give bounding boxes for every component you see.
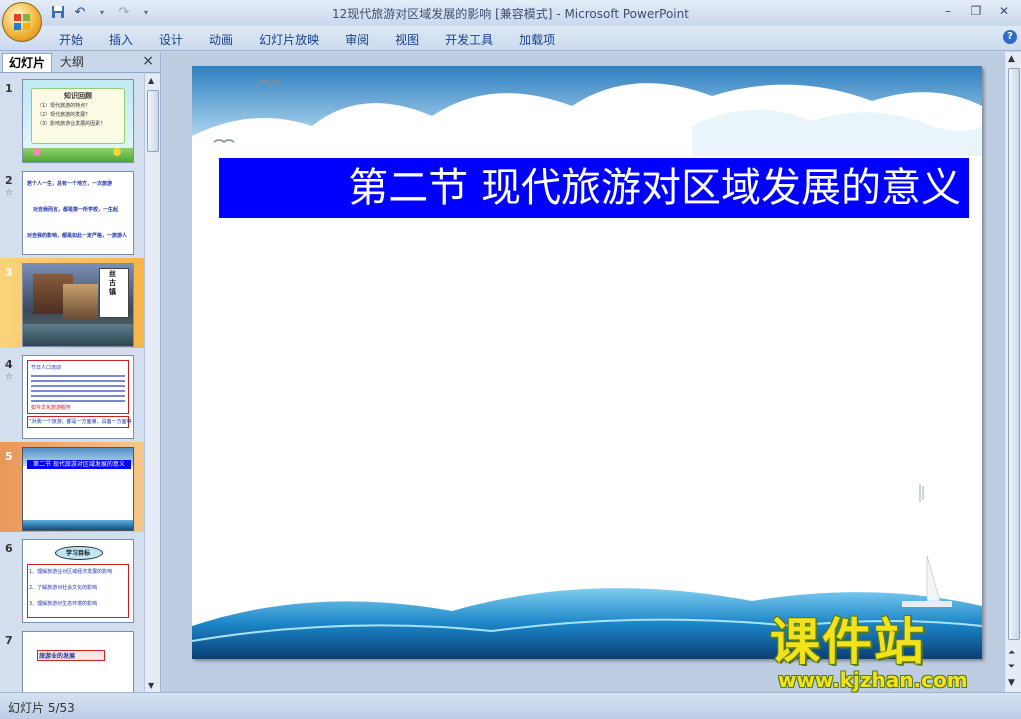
slide-thumbnail[interactable]: 7 旅游业的发展	[0, 626, 144, 692]
slide-thumbnail-list: 1 知识回顾 （1）现代旅游的特点？ （2）现代旅游的发展？ （3）影响旅游业发…	[0, 74, 144, 692]
slide-number: 3	[5, 266, 13, 279]
tab-addins[interactable]: 加载项	[506, 31, 568, 48]
status-bar: 幻灯片 5/53	[0, 692, 1021, 719]
thumb-line: 如今文化旅游服务	[31, 405, 72, 411]
slide-number: 1	[5, 82, 13, 95]
slide-thumbnail[interactable]: 4 ☆ 节日人口流动 如今文化旅游服务 “对我一个旅游，都是一方面第，具备一方面…	[0, 350, 144, 440]
thumb-line: 对自我而言，都是第一所学校，一生起	[33, 207, 119, 213]
tab-home[interactable]: 开始	[46, 31, 96, 48]
scroll-thumb[interactable]	[1008, 68, 1020, 640]
thumbnail-image: 节日人口流动 如今文化旅游服务 “对我一个旅游，都是一方面第，具备一方面等	[22, 355, 134, 439]
close-icon[interactable]: ×	[142, 53, 154, 69]
pane-tabs: 幻灯片 大纲 ×	[0, 52, 160, 73]
restore-icon[interactable]: ❐	[963, 2, 989, 20]
current-slide[interactable]: 第二节 现代旅游对区域发展的意义	[192, 66, 982, 659]
office-button[interactable]	[2, 2, 42, 42]
thumbnail-image: 若个人一生，总有一个地方，一次旅游 对自我而言，都是第一所学校，一生起 对自我的…	[22, 171, 134, 255]
thumb-line: （1）现代旅游的特点？	[37, 103, 91, 109]
help-icon[interactable]: ?	[1003, 30, 1017, 44]
tab-review[interactable]: 审阅	[332, 31, 382, 48]
thumb-title: 第二节 现代旅游对区域发展的意义	[33, 461, 125, 468]
watermark-logo: 课件站 www.kjzhan.com	[770, 612, 1010, 692]
tab-developer[interactable]: 开发工具	[432, 31, 506, 48]
thumb-line: 2、了解旅游对社会文化的影响	[29, 585, 98, 591]
slide-number: 4	[5, 358, 13, 371]
thumb-title: 旅游业的发展	[39, 653, 76, 660]
animation-icon: ☆	[5, 188, 14, 198]
slide-number: 2	[5, 174, 13, 187]
thumb-line: 对自我的影响，都是如此一定严格，一旅游人	[27, 233, 128, 239]
thumb-line: 1、理解旅游业对区域经济发展的影响	[29, 569, 113, 575]
tab-animations[interactable]: 动画	[196, 31, 246, 48]
slide-thumbnail[interactable]: 1 知识回顾 （1）现代旅游的特点？ （2）现代旅游的发展？ （3）影响旅游业发…	[0, 74, 144, 164]
thumb-title: 知识回顾	[64, 92, 92, 100]
thumbnail-image: 丝古镇	[22, 263, 134, 347]
tab-view[interactable]: 视图	[382, 31, 432, 48]
title-bar: ↶ ▾ ↷ ▾ 12现代旅游对区域发展的影响 [兼容模式] - Microsof…	[0, 0, 1021, 26]
slide-editor: 第二节 现代旅游对区域发展的意义 ▲ ⏶ ⏷ ▼	[162, 52, 1021, 692]
tab-slides[interactable]: 幻灯片	[2, 53, 53, 72]
minimize-icon[interactable]: –	[935, 2, 961, 20]
window-controls: – ❐ ✕	[935, 2, 1017, 20]
thumb-caption: 丝古镇	[109, 270, 116, 296]
close-icon[interactable]: ✕	[991, 2, 1017, 20]
tab-slideshow[interactable]: 幻灯片放映	[246, 31, 332, 48]
slide-background	[192, 66, 982, 659]
slide-number: 6	[5, 542, 13, 555]
thumb-title: 学习目标	[65, 550, 90, 557]
office-logo-icon	[14, 14, 30, 30]
slide-title: 第二节 现代旅游对区域发展的意义	[348, 165, 961, 211]
window-title: 12现代旅游对区域发展的影响 [兼容模式] - Microsoft PowerP…	[332, 7, 689, 21]
watermark-url: www.kjzhan.com	[778, 668, 968, 692]
thumb-line: 3、理解旅游对生态环境的影响	[29, 601, 98, 607]
slide-counter: 幻灯片 5/53	[8, 701, 75, 715]
thumb-line: （2）现代旅游的发展？	[37, 112, 91, 118]
slide-number: 5	[5, 450, 13, 463]
slide-thumbnail[interactable]: 6 学习目标 1、理解旅游业对区域经济发展的影响 2、了解旅游对社会文化的影响 …	[0, 534, 144, 624]
thumbnail-image: 旅游业的发展	[22, 631, 134, 692]
ribbon: 开始 插入 设计 动画 幻灯片放映 审阅 视图 开发工具 加载项 ?	[0, 26, 1021, 51]
slide-thumbnail-selected[interactable]: 5 第二节 现代旅游对区域发展的意义	[0, 442, 144, 532]
thumb-line: 若个人一生，总有一个地方，一次旅游	[27, 181, 113, 187]
tab-outline[interactable]: 大纲	[54, 53, 90, 71]
animation-icon: ☆	[5, 372, 14, 382]
ribbon-tabs: 开始 插入 设计 动画 幻灯片放映 审阅 视图 开发工具 加载项	[46, 31, 568, 48]
thumb-line: “对我一个旅游，都是一方面第，具备一方面等	[29, 419, 132, 425]
scroll-down-icon[interactable]: ▼	[148, 681, 154, 690]
slides-scrollbar[interactable]: ▲ ▼	[144, 74, 160, 692]
tab-design[interactable]: 设计	[146, 31, 196, 48]
slide-number: 7	[5, 634, 13, 647]
slide-thumbnail[interactable]: 3 丝古镇	[0, 258, 144, 348]
scroll-thumb[interactable]	[147, 90, 159, 152]
scroll-up-icon[interactable]: ▲	[148, 76, 154, 85]
watermark-title: 课件站	[770, 613, 926, 671]
thumb-line: （3）影响旅游业发展的因素？	[37, 121, 106, 127]
thumbnail-image: 学习目标 1、理解旅游业对区域经济发展的影响 2、了解旅游对社会文化的影响 3、…	[22, 539, 134, 623]
slide-title-box[interactable]: 第二节 现代旅游对区域发展的意义	[219, 158, 969, 218]
slides-pane: 幻灯片 大纲 × 1 知识回顾 （1）现代旅游的特点？ （2）现代旅游的发展？ …	[0, 52, 161, 692]
editor-scrollbar[interactable]: ▲ ⏶ ⏷ ▼	[1004, 52, 1021, 692]
thumbnail-image: 知识回顾 （1）现代旅游的特点？ （2）现代旅游的发展？ （3）影响旅游业发展的…	[22, 79, 134, 163]
thumb-line: 节日人口流动	[31, 365, 62, 371]
scroll-up-icon[interactable]: ▲	[1008, 54, 1015, 64]
slide-thumbnail[interactable]: 2 ☆ 若个人一生，总有一个地方，一次旅游 对自我而言，都是第一所学校，一生起 …	[0, 166, 144, 256]
tab-insert[interactable]: 插入	[96, 31, 146, 48]
thumbnail-image: 第二节 现代旅游对区域发展的意义	[22, 447, 134, 531]
